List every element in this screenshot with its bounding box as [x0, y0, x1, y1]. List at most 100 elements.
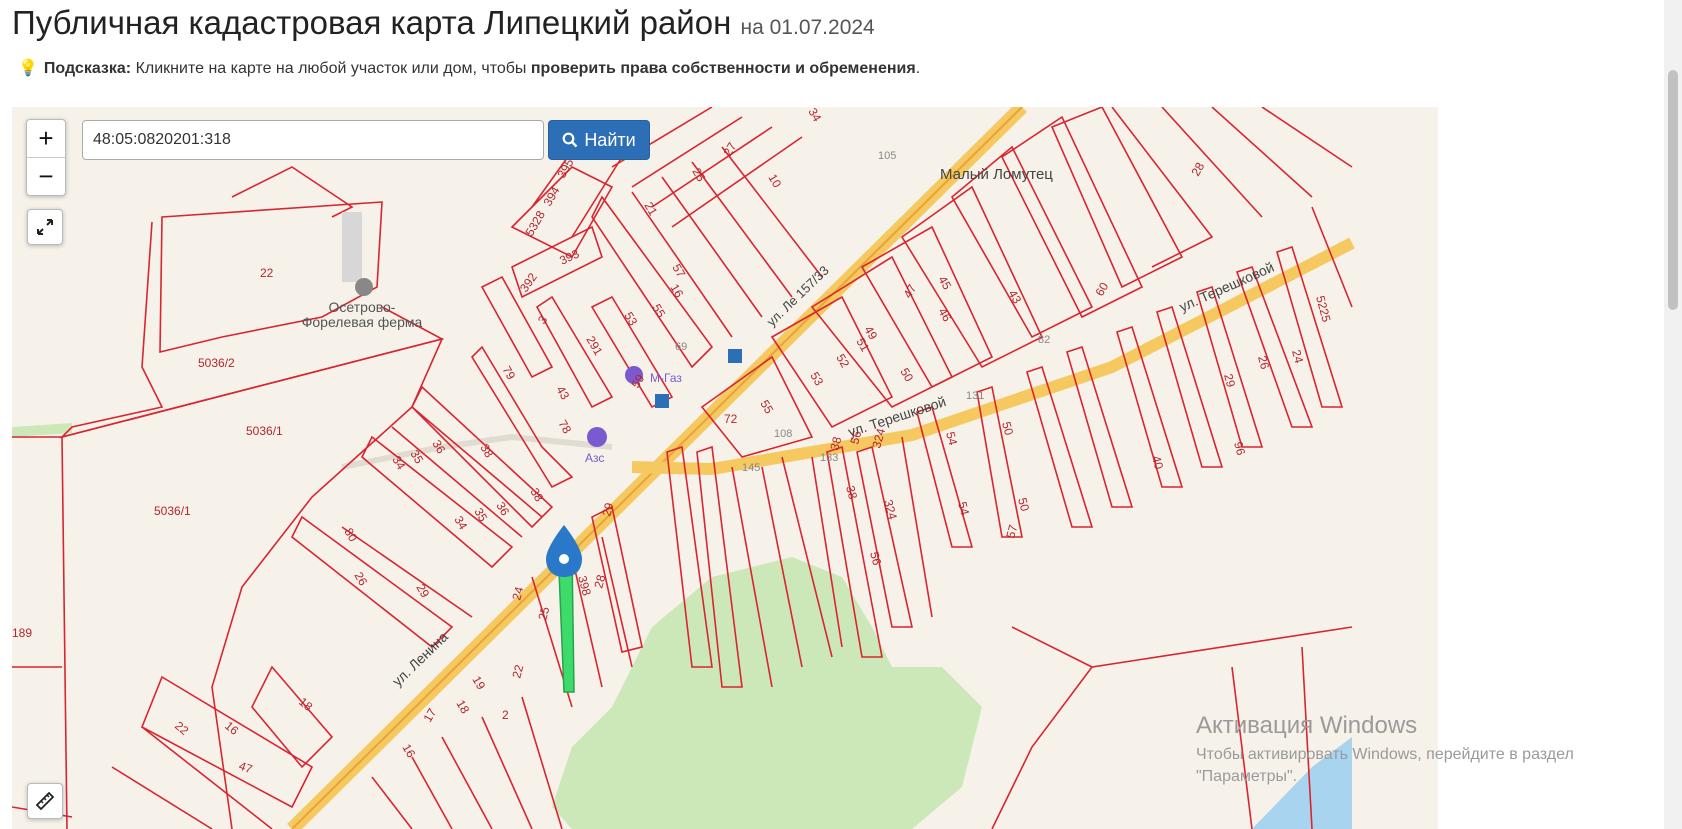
hint-label: Подсказка: — [43, 60, 132, 77]
search-button-label: Найти — [584, 129, 636, 150]
parcel-number: 55 — [649, 302, 668, 321]
hint-end: . — [915, 60, 921, 77]
farm-icon — [355, 278, 373, 296]
parcel-number: 21 — [641, 200, 660, 219]
expand-icon — [37, 219, 53, 235]
parcel-number: 53 — [621, 310, 640, 329]
parcel-number: 2 — [502, 708, 509, 722]
parcel-number: 43 — [1005, 288, 1024, 307]
parcel-number: 60 — [1092, 280, 1111, 299]
parcel-number: 394 — [540, 184, 562, 209]
azs-label: Азс — [585, 451, 604, 465]
parcel-number: 189 — [12, 626, 32, 640]
parcel-number: 43 — [553, 384, 572, 403]
date-value: 01.07.2024 — [769, 16, 875, 39]
parcel-number: 393 — [557, 246, 581, 267]
parcel-number: 5036/1 — [154, 504, 191, 518]
parcel-number: 18 — [453, 698, 472, 717]
cadastral-search-input[interactable] — [82, 120, 544, 160]
watermark-line2: Чтобы активировать Windows, перейдите в … — [1196, 746, 1574, 763]
marker-dot — [559, 554, 569, 564]
parcel-number: 5036/2 — [198, 356, 235, 370]
zoom-control: + − — [26, 119, 66, 196]
page-title: Публичная кадастровая карта Липецкий рай… — [12, 4, 875, 42]
parcel-number: 47 — [900, 282, 919, 301]
parcel-number: 22 — [172, 719, 191, 739]
windows-activation-watermark: Активация Windows Чтобы активировать Win… — [1196, 712, 1574, 786]
parcel-number: 3 — [535, 313, 550, 327]
parcel-number: 55 — [757, 398, 776, 417]
fuel-station-icon — [587, 427, 607, 447]
date-prefix: на — [740, 16, 764, 39]
bus-stop-icon-2 — [655, 394, 669, 408]
parcel-number: 40 — [1149, 454, 1166, 471]
measure-button[interactable] — [27, 783, 63, 819]
parcel-number: 47 — [237, 759, 255, 777]
parcel-number: 34 — [451, 514, 470, 533]
parcel-number: 324 — [881, 498, 900, 521]
house-number: 108 — [774, 428, 792, 440]
parcel-number: 22 — [509, 663, 526, 680]
gas-station-label: М-Газ — [650, 371, 682, 385]
parcel-number: 45 — [935, 274, 954, 293]
search-icon — [562, 132, 578, 148]
parcel-number: 54 — [943, 430, 960, 447]
parcel-number: 28 — [591, 573, 608, 590]
parcel-number: 57 — [669, 262, 688, 281]
bus-stop-icon — [728, 349, 742, 363]
farm-building — [342, 212, 362, 282]
hint: 💡 Подсказка: Кликните на карте на любой у… — [18, 58, 920, 78]
farm-label-2: Форелевая ферма — [302, 314, 423, 330]
farm-label-1: Осетрово- — [329, 299, 396, 315]
parcel-number: 24 — [1289, 348, 1306, 365]
parcel-number: 16 — [667, 282, 686, 301]
scrollbar-thumb[interactable] — [1668, 70, 1678, 310]
parcel-number: 28 — [1188, 160, 1207, 179]
house-number: 82 — [1038, 334, 1050, 346]
parcel-number: 29 — [413, 582, 432, 601]
parcel-number: 16 — [399, 742, 418, 761]
parcel-number: 25 — [535, 605, 552, 622]
zoom-out-button[interactable]: − — [27, 157, 65, 195]
page: Публичная кадастровая карта Липецкий рай… — [0, 0, 1682, 829]
parcel-number: 50 — [1015, 496, 1032, 513]
parcel-number: 26 — [1255, 354, 1272, 371]
parcel-number: 34 — [805, 107, 824, 124]
parcel-number: 78 — [555, 418, 574, 437]
lightbulb-icon: 💡 — [18, 60, 38, 77]
parcel-number: 19 — [469, 674, 488, 693]
parcel-number: 53 — [807, 370, 826, 389]
parcel-number: 22 — [260, 266, 274, 280]
parcel-number: 72 — [724, 412, 738, 426]
parcel-number: 10 — [765, 172, 784, 191]
parcel-number: 27 — [720, 140, 739, 159]
page-scrollbar[interactable] — [1664, 0, 1682, 829]
village-label: Малый Ломутец — [940, 166, 1053, 183]
parcel-number: 46 — [935, 306, 954, 325]
title-date: на 01.07.2024 — [741, 16, 875, 39]
hint-bold-text: проверить права собственности и обремене… — [530, 60, 916, 77]
house-number: 145 — [742, 462, 760, 474]
hint-text: Кликните на карте на любой участок или д… — [135, 60, 527, 77]
house-number: 105 — [878, 150, 896, 162]
search-button[interactable]: Найти — [548, 120, 650, 160]
ruler-icon — [35, 791, 55, 811]
parcel-number: 38 — [527, 486, 546, 505]
watermark-line3: "Параметры". — [1196, 768, 1298, 785]
parcel-number: 5225 — [1313, 294, 1334, 324]
house-number: 131 — [966, 390, 984, 402]
parcel-number: 56 — [867, 550, 884, 567]
house-number: 69 — [675, 341, 687, 353]
title-text: Публичная кадастровая карта Липецкий рай… — [12, 4, 732, 41]
parcel-number: 54 — [955, 500, 972, 517]
watermark-title: Активация Windows — [1196, 712, 1418, 739]
parcel-number: 38 — [843, 484, 860, 501]
parcel-number: 5036/1 — [246, 424, 283, 438]
parcel-number: 96 — [1231, 440, 1248, 457]
fullscreen-button[interactable] — [27, 209, 63, 245]
zoom-in-button[interactable]: + — [27, 120, 65, 157]
house-number: 133 — [820, 452, 838, 464]
parcel-number: 50 — [897, 366, 916, 385]
location-marker-icon[interactable] — [546, 525, 582, 577]
parcel-number: 16 — [222, 719, 241, 739]
